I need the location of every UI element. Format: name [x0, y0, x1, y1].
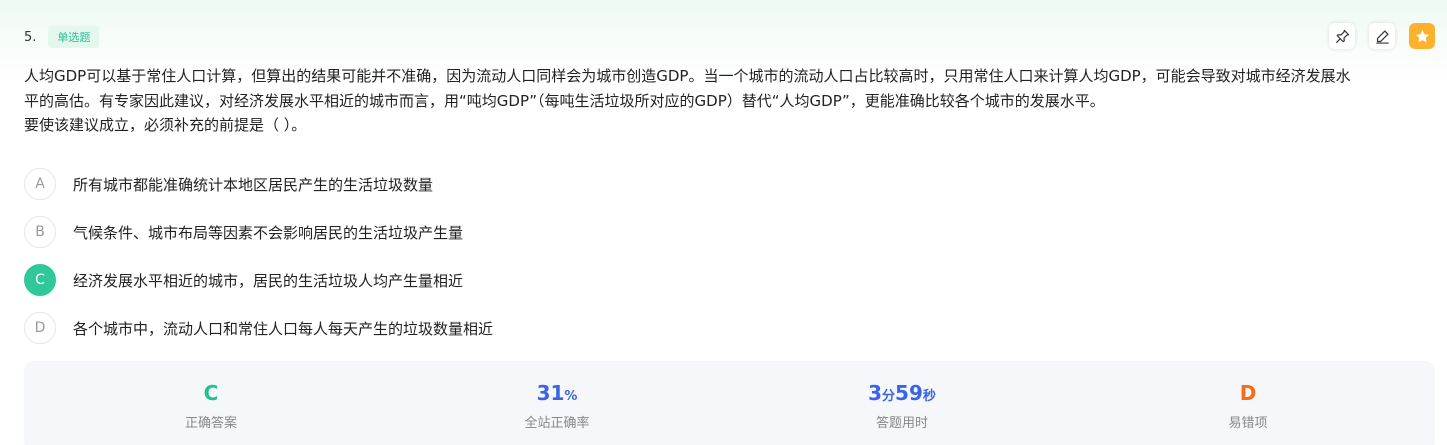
- answer-stats-panel: C 正确答案 31% 全站正确率 3分59秒 答题用时 D 易错项: [24, 361, 1435, 445]
- question-header: 5. 单选题: [24, 25, 100, 49]
- correct-answer-label: 正确答案: [184, 416, 237, 431]
- option-d[interactable]: D 各个城市中，流动人口和常住人口每人每天产生的垃圾数量相近: [24, 312, 493, 344]
- option-letter[interactable]: D: [24, 312, 56, 344]
- stat-common-wrong: D 易错项: [1148, 379, 1348, 431]
- edit-icon: [1375, 29, 1389, 44]
- pin-button[interactable]: [1329, 23, 1355, 49]
- stat-correct-answer: C 正确答案: [111, 379, 311, 431]
- correct-answer-value: C: [203, 381, 219, 405]
- common-wrong-label: 易错项: [1228, 416, 1268, 431]
- option-c[interactable]: C 经济发展水平相近的城市，居民的生活垃圾人均产生量相近: [24, 264, 493, 296]
- option-b[interactable]: B 气候条件、城市布局等因素不会影响居民的生活垃圾产生量: [24, 216, 493, 248]
- edit-button[interactable]: [1369, 23, 1395, 49]
- time-label: 答题用时: [875, 416, 928, 431]
- options-list: A 所有城市都能准确统计本地区居民产生的生活垃圾数量 B 气候条件、城市布局等因…: [24, 168, 493, 360]
- time-sec: 59: [895, 381, 923, 405]
- common-wrong-value: D: [1239, 381, 1257, 405]
- accuracy-unit: %: [564, 389, 578, 404]
- option-letter[interactable]: B: [24, 216, 56, 248]
- option-letter[interactable]: A: [24, 168, 56, 200]
- stem-question: 要使该建议成立，必须补充的前提是（ ）。: [24, 116, 307, 134]
- time-min: 3: [868, 381, 883, 405]
- accuracy-value: 31%: [457, 379, 657, 407]
- option-text: 气候条件、城市布局等因素不会影响居民的生活垃圾产生量: [73, 223, 464, 242]
- stem-line: 平的高估。有专家因此建议，对经济发展水平相近的城市而言，用“吨均GDP”（每吨生…: [24, 91, 1105, 110]
- time-sec-unit: 秒: [922, 389, 936, 404]
- option-text: 所有城市都能准确统计本地区居民产生的生活垃圾数量: [73, 175, 434, 194]
- option-text: 各个城市中，流动人口和常住人口每人每天产生的垃圾数量相近: [73, 319, 494, 338]
- favorite-button[interactable]: [1409, 23, 1435, 49]
- accuracy-number: 31: [536, 381, 565, 405]
- option-a[interactable]: A 所有城市都能准确统计本地区居民产生的生活垃圾数量: [24, 168, 493, 200]
- toolbar: [1329, 23, 1435, 49]
- accuracy-label: 全站正确率: [524, 416, 590, 431]
- question-type-badge: 单选题: [48, 26, 100, 48]
- option-letter-selected[interactable]: C: [24, 264, 56, 296]
- question-number: 5.: [24, 29, 37, 45]
- time-value: 3分59秒: [802, 379, 1002, 407]
- stem-line: 人均GDP可以基于常住人口计算，但算出的结果可能并不准确，因为流动人口同样会为城…: [24, 67, 1351, 85]
- star-icon: [1415, 29, 1429, 42]
- pin-icon: [1335, 29, 1349, 43]
- time-min-unit: 分: [882, 389, 896, 404]
- question-stem: 人均GDP可以基于常住人口计算，但算出的结果可能并不准确，因为流动人口同样会为城…: [24, 64, 1434, 138]
- stat-accuracy: 31% 全站正确率: [457, 379, 657, 431]
- stat-time: 3分59秒 答题用时: [802, 379, 1002, 431]
- option-text: 经济发展水平相近的城市，居民的生活垃圾人均产生量相近: [73, 271, 464, 290]
